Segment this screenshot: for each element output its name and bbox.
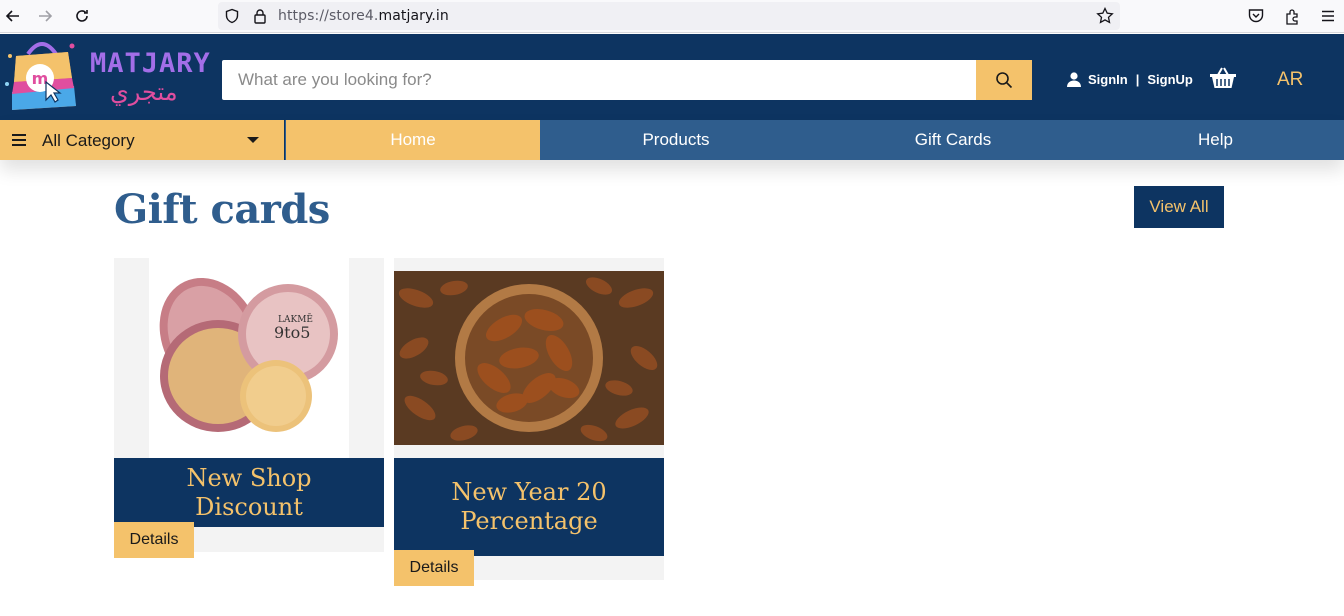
compact-powder-image: LAKMĒ 9to5 bbox=[114, 258, 384, 458]
language-switch[interactable]: AR bbox=[1277, 69, 1303, 91]
back-icon[interactable] bbox=[0, 4, 26, 28]
url-text: https://store4.matjary.in bbox=[278, 8, 449, 24]
search-box bbox=[222, 60, 1032, 100]
section-title: Gift cards bbox=[114, 186, 330, 233]
signup-link[interactable]: SignUp bbox=[1147, 72, 1193, 87]
gift-card[interactable]: New Year 20 Percentage Details bbox=[394, 258, 664, 586]
pocket-icon[interactable] bbox=[1247, 7, 1265, 30]
nav-item-products[interactable]: Products bbox=[540, 120, 812, 160]
nav-item-home[interactable]: Home bbox=[286, 120, 540, 160]
gift-card-title[interactable]: New Shop Discount bbox=[114, 458, 384, 527]
logo-arabic-text: متجري bbox=[110, 78, 178, 106]
search-button[interactable] bbox=[976, 60, 1032, 100]
search-icon bbox=[996, 72, 1013, 89]
svg-text:9to5: 9to5 bbox=[274, 323, 310, 342]
shopping-bag-logo-icon: m bbox=[5, 42, 76, 110]
gift-card-image[interactable]: LAKMĒ 9to5 bbox=[114, 258, 384, 458]
all-category-label: All Category bbox=[42, 131, 135, 150]
shield-icon[interactable] bbox=[224, 8, 240, 29]
menu-icon[interactable] bbox=[1320, 8, 1336, 29]
main-nav: All Category Home Products Gift Cards He… bbox=[0, 120, 1344, 160]
url-domain: matjary.in bbox=[378, 8, 449, 24]
lock-icon[interactable] bbox=[253, 8, 267, 29]
gift-card-title[interactable]: New Year 20 Percentage bbox=[394, 458, 664, 556]
all-category-dropdown[interactable]: All Category bbox=[0, 120, 285, 160]
url-prefix: https://store4. bbox=[278, 8, 379, 24]
reload-icon[interactable] bbox=[69, 4, 95, 28]
auth-links: SignIn | SignUp bbox=[1066, 71, 1193, 87]
details-button[interactable]: Details bbox=[114, 522, 194, 558]
basket-icon bbox=[1210, 67, 1236, 88]
auth-separator: | bbox=[1135, 71, 1140, 87]
nav-item-help[interactable]: Help bbox=[1094, 120, 1337, 160]
browser-toolbar: https://store4.matjary.in bbox=[0, 0, 1344, 33]
dates-bowl-image bbox=[394, 258, 664, 458]
cart-button[interactable] bbox=[1208, 66, 1238, 95]
site-header: m MATJARY متجري SignIn | SignUp AR bbox=[0, 34, 1344, 120]
forward-icon[interactable] bbox=[32, 4, 58, 28]
details-button[interactable]: Details bbox=[394, 550, 474, 586]
gift-card-image[interactable] bbox=[394, 258, 664, 458]
search-input[interactable] bbox=[222, 60, 976, 100]
signin-link[interactable]: SignIn bbox=[1088, 72, 1128, 87]
extensions-icon[interactable] bbox=[1284, 7, 1302, 30]
caret-down-icon bbox=[247, 137, 259, 143]
gift-card[interactable]: LAKMĒ 9to5 New Shop Discount Details bbox=[114, 258, 384, 558]
logo-text: MATJARY bbox=[90, 48, 211, 79]
star-icon[interactable] bbox=[1096, 6, 1114, 30]
user-icon bbox=[1067, 72, 1081, 87]
nav-item-gift-cards[interactable]: Gift Cards bbox=[812, 120, 1094, 160]
hamburger-icon bbox=[12, 134, 26, 146]
view-all-button[interactable]: View All bbox=[1134, 186, 1224, 228]
url-bar[interactable]: https://store4.matjary.in bbox=[218, 2, 1120, 30]
logo[interactable]: m MATJARY متجري bbox=[0, 34, 210, 120]
